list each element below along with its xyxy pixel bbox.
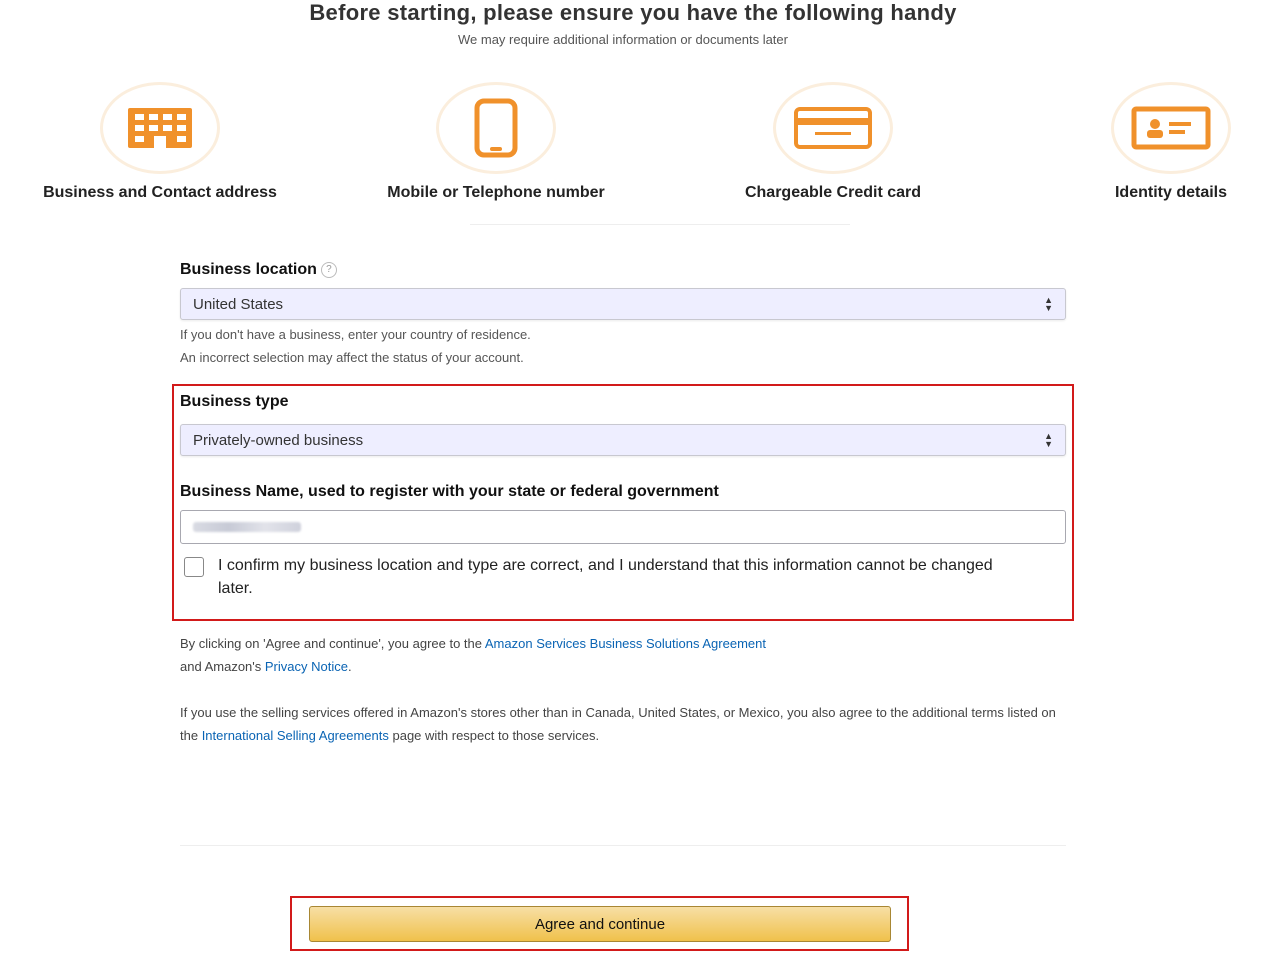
business-name-input[interactable] [180, 510, 1066, 544]
business-type-value: Privately-owned business [193, 431, 364, 449]
redacted-value [193, 522, 301, 532]
agree-and-continue-button[interactable]: Agree and continue [309, 906, 891, 942]
legal-agreement-text: By clicking on 'Agree and continue', you… [180, 632, 1060, 678]
business-type-section: Business type Privately-owned business ▲… [180, 390, 1066, 456]
id-card-icon [1111, 82, 1231, 174]
divider [180, 845, 1066, 846]
business-location-value: United States [193, 295, 284, 313]
business-location-hint-2: An incorrect selection may affect the st… [180, 350, 524, 365]
requirement-label: Identity details [1114, 184, 1228, 201]
help-icon[interactable]: ? [320, 262, 337, 278]
confirm-text: I confirm my business location and type … [218, 557, 993, 597]
requirement-label: Chargeable Credit card [744, 184, 922, 201]
business-type-label: Business type [180, 393, 289, 410]
page-subtitle: We may require additional information or… [458, 32, 788, 47]
legal-text-1: By clicking on 'Agree and continue', you… [180, 636, 485, 651]
privacy-notice-link[interactable]: Privacy Notice [265, 659, 348, 674]
legal-text-2: and Amazon's [180, 659, 265, 674]
page-title: Before starting, please ensure you have … [309, 0, 957, 25]
international-terms-text: If you use the selling services offered … [180, 701, 1062, 747]
confirm-checkbox[interactable] [184, 557, 204, 577]
select-arrows-icon: ▲ ▼ [1044, 295, 1053, 313]
business-location-select[interactable]: United States ▲ ▼ [180, 288, 1066, 320]
legal-text-5: page with respect to those services. [388, 728, 600, 743]
business-name-label: Business Name, used to register with you… [180, 483, 719, 500]
requirement-credit-card: Chargeable Credit card [673, 82, 993, 202]
select-arrows-icon: ▲ ▼ [1044, 431, 1053, 449]
requirement-label: Mobile or Telephone number [387, 184, 605, 201]
requirement-business-address: Business and Contact address [0, 82, 320, 202]
registration-page: Before starting, please ensure you have … [0, 0, 1266, 956]
business-location-section: Business location ? United States ▲ ▼ If … [180, 258, 1066, 369]
business-location-hint-1: If you don't have a business, enter your… [180, 327, 531, 342]
international-selling-agreements-link[interactable]: International Selling Agreements [202, 728, 389, 743]
legal-text-3: . [347, 659, 352, 674]
requirement-label: Business and Contact address [43, 184, 277, 201]
confirm-section: I confirm my business location and type … [184, 554, 1070, 600]
credit-card-icon [773, 82, 893, 174]
building-icon [100, 82, 220, 174]
business-solutions-agreement-link[interactable]: Amazon Services Business Solutions Agree… [485, 636, 766, 651]
business-name-section: Business Name, used to register with you… [180, 480, 1066, 544]
business-location-label: Business location [180, 261, 317, 278]
business-type-select[interactable]: Privately-owned business ▲ ▼ [180, 424, 1066, 456]
requirement-identity: Identity details [1011, 82, 1266, 202]
phone-icon [436, 82, 556, 174]
divider [470, 224, 850, 225]
requirement-phone: Mobile or Telephone number [336, 82, 656, 202]
